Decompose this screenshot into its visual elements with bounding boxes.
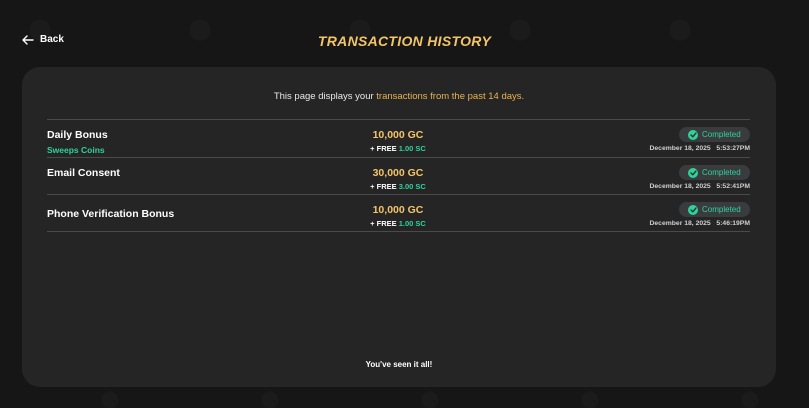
status-badge: Completed: [679, 127, 750, 142]
status-badge: Completed: [679, 165, 750, 180]
status-label: Completed: [702, 168, 741, 177]
transaction-amount: 10,000 GC: [372, 129, 424, 141]
intro-text: This page displays your transactions fro…: [22, 91, 776, 102]
intro-highlight: transactions from the past 14 days.: [376, 91, 525, 102]
transaction-title: Daily Bonus: [47, 129, 108, 141]
transaction-amount: 10,000 GC: [372, 204, 424, 216]
status-badge: Completed: [679, 202, 750, 217]
check-circle-icon: [688, 167, 698, 178]
free-sc-value: 3.00 SC: [398, 182, 426, 191]
transaction-title: Email Consent: [47, 167, 120, 179]
transaction-list: Daily Bonus Sweeps Coins 10,000 GC + FRE…: [47, 119, 750, 232]
transactions-card: This page displays your transactions fro…: [22, 67, 776, 387]
transaction-time: 5:46:19PM: [716, 220, 750, 227]
end-of-list-message: You've seen it all!: [365, 360, 433, 369]
free-prefix: + FREE: [370, 144, 399, 153]
page-title: TRANSACTION HISTORY: [317, 33, 492, 49]
transaction-date: December 18, 2025: [649, 145, 711, 152]
free-prefix: + FREE: [370, 219, 399, 228]
transaction-row: Daily Bonus Sweeps Coins 10,000 GC + FRE…: [47, 120, 750, 158]
transaction-amount: 30,000 GC: [372, 167, 424, 179]
status-label: Completed: [702, 205, 741, 214]
transaction-date: December 18, 2025: [649, 183, 711, 190]
transaction-datetime: December 18, 2025 5:52:41PM: [649, 183, 750, 190]
transaction-time: 5:53:27PM: [716, 145, 750, 152]
transaction-currency: Sweeps Coins: [47, 145, 105, 155]
transaction-title: Phone Verification Bonus: [47, 208, 175, 220]
transaction-time: 5:52:41PM: [716, 183, 750, 190]
check-circle-icon: [688, 204, 698, 215]
transaction-free-bonus: + FREE 1.00 SC: [333, 219, 463, 228]
transaction-row: Email Consent 30,000 GC + FREE 3.00 SC C…: [47, 158, 750, 195]
free-prefix: + FREE: [370, 182, 399, 191]
transaction-datetime: December 18, 2025 5:53:27PM: [649, 145, 750, 152]
check-circle-icon: [688, 129, 698, 140]
transaction-row: Phone Verification Bonus 10,000 GC + FRE…: [47, 195, 750, 232]
status-label: Completed: [702, 130, 741, 139]
transaction-free-bonus: + FREE 1.00 SC: [333, 144, 463, 153]
transaction-date: December 18, 2025: [649, 220, 711, 227]
intro-prefix: This page displays your: [273, 91, 377, 102]
transaction-datetime: December 18, 2025 5:46:19PM: [649, 220, 750, 227]
free-sc-value: 1.00 SC: [398, 144, 426, 153]
transaction-free-bonus: + FREE 3.00 SC: [333, 182, 463, 191]
free-sc-value: 1.00 SC: [398, 219, 426, 228]
